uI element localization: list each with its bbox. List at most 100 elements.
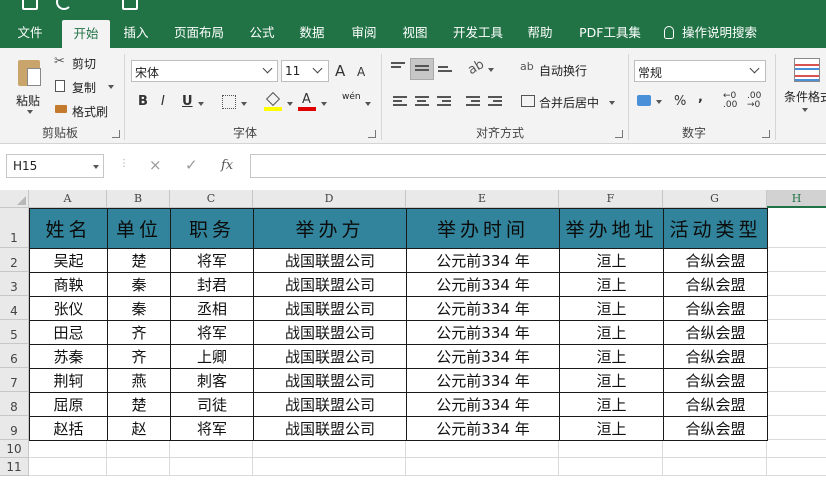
tab-view[interactable]: 视图 [393,18,437,48]
top-align-icon[interactable] [391,62,405,74]
decrease-decimal-icon[interactable]: .00 →0 [747,92,761,110]
cut-button[interactable]: ✂ 剪切 [54,54,114,72]
merge-center-button[interactable]: 合并后居中 [520,92,616,112]
table-cell[interactable]: 田忌 [29,320,108,345]
cell-b11[interactable] [107,458,170,476]
grow-font-button[interactable]: A [335,62,345,80]
cell-e10[interactable] [406,440,559,458]
font-color-button[interactable]: A [298,92,318,112]
borders-button[interactable] [222,95,236,109]
accounting-format-button[interactable] [637,94,665,110]
table-cell[interactable]: 公元前334 年 [406,272,560,297]
table-cell[interactable]: 洹上 [559,344,664,369]
table-cell[interactable]: 战国联盟公司 [253,344,407,369]
table-cell[interactable]: 楚 [107,248,171,273]
table-cell[interactable]: 洹上 [559,416,664,441]
cell-h3[interactable] [767,272,826,296]
table-cell[interactable]: 战国联盟公司 [253,416,407,441]
header-cell-organizer[interactable]: 举办方 [253,208,407,249]
font-launcher-icon[interactable] [368,130,376,138]
tab-help[interactable]: 帮助 [518,18,562,48]
cell-h5[interactable] [767,320,826,344]
column-header-e[interactable]: E [406,190,559,208]
table-cell[interactable]: 楚 [107,392,171,417]
table-cell[interactable]: 赵 [107,416,171,441]
cell-d10[interactable] [253,440,406,458]
alignment-launcher-icon[interactable] [615,130,623,138]
save-icon[interactable] [22,0,38,10]
cell-h7[interactable] [767,368,826,392]
row-header-2[interactable]: 2 [0,248,29,272]
tab-file[interactable]: 文件 [8,18,52,48]
bold-button[interactable]: B [138,94,148,109]
cell-g10[interactable] [663,440,767,458]
table-cell[interactable]: 洹上 [559,320,664,345]
table-cell[interactable]: 战国联盟公司 [253,248,407,273]
table-cell[interactable]: 将军 [170,248,254,273]
table-cell[interactable]: 上卿 [170,344,254,369]
cell-d11[interactable] [253,458,406,476]
table-cell[interactable]: 合纵会盟 [663,344,768,369]
table-cell[interactable]: 合纵会盟 [663,368,768,393]
cell-h4[interactable] [767,296,826,320]
table-cell[interactable]: 刺客 [170,368,254,393]
comma-style-button[interactable]: , [698,90,703,105]
select-all-button[interactable] [0,190,29,208]
cell-h11[interactable] [767,458,826,476]
increase-decimal-icon[interactable]: ←0.00 [723,92,737,110]
table-cell[interactable]: 战国联盟公司 [253,320,407,345]
align-left-icon[interactable] [393,96,407,108]
table-cell[interactable]: 战国联盟公司 [253,296,407,321]
column-header-f[interactable]: F [559,190,663,208]
cell-h1[interactable] [767,208,826,248]
table-cell[interactable]: 洹上 [559,248,664,273]
row-header-4[interactable]: 4 [0,296,29,320]
table-cell[interactable]: 丞相 [170,296,254,321]
table-cell[interactable]: 商鞅 [29,272,108,297]
tab-home[interactable]: 开始 [62,20,110,48]
table-cell[interactable]: 齐 [107,344,171,369]
table-cell[interactable]: 吴起 [29,248,108,273]
number-launcher-icon[interactable] [762,130,770,138]
tab-pdf-tools[interactable]: PDF工具集 [574,18,646,48]
borders-dropdown-icon[interactable] [241,102,247,106]
conditional-formatting-button[interactable]: 条件格式 [782,56,826,118]
underline-button[interactable]: U [182,94,193,109]
touch-mode-icon[interactable] [122,0,138,10]
table-cell[interactable]: 将军 [170,320,254,345]
fill-color-button[interactable] [264,91,284,112]
table-cell[interactable]: 洹上 [559,272,664,297]
table-cell[interactable]: 合纵会盟 [663,296,768,321]
column-header-a[interactable]: A [29,190,107,208]
cell-b10[interactable] [107,440,170,458]
cell-a10[interactable] [29,440,107,458]
tab-review[interactable]: 审阅 [342,18,386,48]
table-cell[interactable]: 公元前334 年 [406,392,560,417]
row-header-6[interactable]: 6 [0,344,29,368]
row-header-1[interactable]: 1 [0,208,29,248]
table-cell[interactable]: 战国联盟公司 [253,272,407,297]
tab-formulas[interactable]: 公式 [240,18,284,48]
enter-entry-button[interactable]: ✓ [185,156,198,174]
table-cell[interactable]: 秦 [107,296,171,321]
table-cell[interactable]: 封君 [170,272,254,297]
table-cell[interactable]: 张仪 [29,296,108,321]
table-cell[interactable]: 合纵会盟 [663,392,768,417]
font-size-select[interactable]: 11 [281,60,329,82]
table-cell[interactable]: 公元前334 年 [406,368,560,393]
cell-h8[interactable] [767,392,826,416]
row-header-9[interactable]: 9 [0,416,29,440]
shrink-font-button[interactable]: A [357,65,365,79]
header-cell-position[interactable]: 职务 [170,208,254,249]
name-box[interactable]: H15 [6,154,104,178]
table-cell[interactable]: 公元前334 年 [406,344,560,369]
table-cell[interactable]: 公元前334 年 [406,416,560,441]
table-cell[interactable]: 合纵会盟 [663,416,768,441]
tab-insert[interactable]: 插入 [114,18,158,48]
cell-a11[interactable] [29,458,107,476]
bottom-align-icon[interactable] [438,66,452,78]
column-header-b[interactable]: B [107,190,170,208]
row-header-11[interactable]: 11 [0,458,29,476]
cell-c11[interactable] [170,458,253,476]
table-cell[interactable]: 秦 [107,272,171,297]
